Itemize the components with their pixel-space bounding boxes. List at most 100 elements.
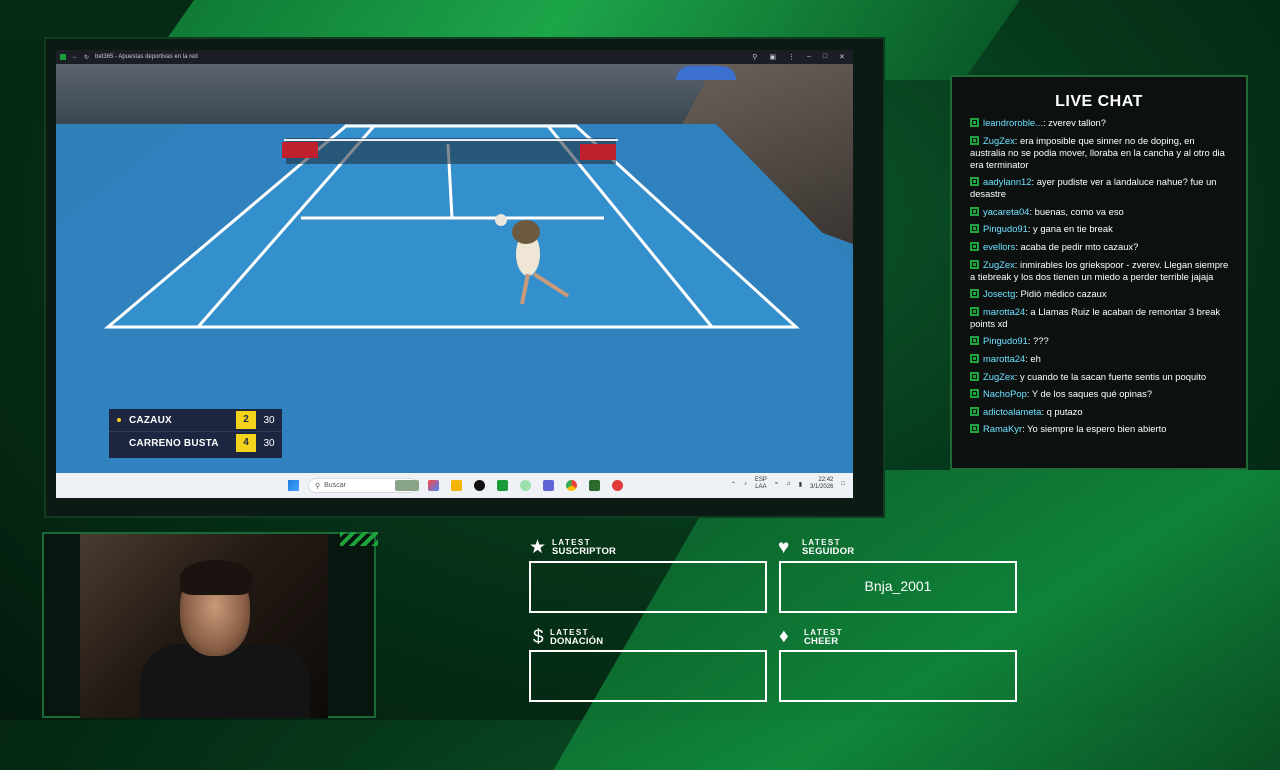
chat-username[interactable]: marotta24 [983,353,1025,364]
copilot-icon[interactable] [428,480,439,491]
close-icon[interactable]: ✕ [839,53,845,61]
chat-message: ZugZex: y cuando te la sacan fuerte sent… [970,371,1232,383]
chat-badge-icon [970,177,979,187]
chat-message: marotta24: eh [970,353,1232,365]
chrome-icon[interactable] [566,480,577,491]
chat-badge-icon [970,406,979,416]
chat-username[interactable]: Pingudo91 [983,223,1028,234]
chat-text: : zverev tallon? [1042,117,1106,128]
chat-username[interactable]: ZugZex [983,135,1015,146]
chat-username[interactable]: ZugZex [983,371,1015,382]
chat-username[interactable]: yacareta04 [983,206,1029,217]
latest-cheer-box [779,650,1017,702]
label-bottom: SUSCRIPTOR [552,545,617,557]
chat-message: adictoalameta: q putazo [970,406,1232,418]
chat-username[interactable]: ZugZex [983,259,1015,270]
bet365-icon[interactable] [497,480,508,491]
webcam-feed [80,534,328,718]
live-chat-panel: LIVE CHAT leandroroble...: zverev tallon… [950,75,1248,470]
latest-donation-box [529,650,767,702]
player-name: CAZAUX [129,414,172,426]
microphone-icon[interactable]: ♪ [744,481,747,487]
chat-title: LIVE CHAT [1055,93,1143,110]
chat-username[interactable]: adictoalameta [983,406,1041,417]
minimize-icon[interactable]: – [807,53,811,61]
points-score: 30 [263,414,275,426]
search-icon: ⚲ [315,482,321,490]
chat-message: ZugZex: inmirables los griekspoor - zver… [970,259,1232,283]
chat-username[interactable]: marotta24 [983,306,1025,317]
wifi-icon[interactable]: ≈ [775,481,778,487]
zoom-icon[interactable]: ⚲ [752,53,757,61]
chat-message: Pingudo91: y gana en tie break [970,223,1232,235]
latest-follower-box: Bnja_2001 [779,561,1017,613]
chat-badge-icon [970,306,979,316]
more-menu-icon[interactable]: ⋮ [788,53,795,61]
chat-text: : q putazo [1041,405,1083,417]
chat-badge-icon [970,259,979,269]
score-row: CAZAUX 2 30 [109,409,282,431]
chat-username[interactable]: evellors [983,241,1015,252]
teams-icon[interactable] [543,480,554,491]
chat-message: Josectg: Pidió médico cazaux [970,288,1232,300]
latest-cheer-label: LATEST CHEER [804,628,843,647]
points-score: 30 [263,437,275,449]
browser-title: bet365 - Apuestas deportivas en la red [95,54,198,60]
streamer-hair [180,560,252,595]
chat-username[interactable]: leandroroble... [983,117,1043,128]
windows-start-icon[interactable] [288,480,299,491]
notification-icon[interactable]: □ [841,481,845,487]
games-score: 2 [236,411,256,429]
chat-badge-icon [970,289,979,299]
search-placeholder: Buscar [324,482,346,489]
chat-message: aadylann12: ayer pudiste ver a landaluce… [970,176,1232,200]
windows-taskbar: ⚲ Buscar ⌃ ♪ ESP LAA ≈ ♫ ▮ 22:42 3/1/202… [56,473,853,498]
language-indicator[interactable]: ESP LAA [755,477,767,491]
chat-message: Pingudo91: ??? [970,335,1232,347]
latest-subscriber-label: LATEST SUSCRIPTOR [552,538,617,557]
extensions-icon[interactable]: ▣ [769,53,776,61]
widget-icon[interactable] [395,480,419,491]
app-icon[interactable] [612,480,623,491]
chat-message: yacareta04: buenas, como va eso [970,206,1232,218]
chat-message: RamaKyr: Yo siempre la espero bien abier… [970,423,1232,435]
volume-icon[interactable]: ♫ [786,481,791,487]
whatsapp-icon[interactable] [520,480,531,491]
clock-date: 3/1/2026 [810,484,834,490]
chat-message: leandroroble...: zverev tallon? [970,117,1232,129]
label-bottom: CHEER [804,635,839,647]
battery-icon[interactable]: ▮ [799,481,802,488]
chat-text: : Pidió médico cazaux [1015,288,1107,300]
latest-donation-label: LATEST DONACIÓN [550,628,604,647]
maximize-icon[interactable]: □ [823,53,827,61]
chat-message: NachoPop: Y de los saques qué opinas? [970,388,1232,400]
chat-text: : ??? [1027,335,1049,347]
reload-icon[interactable]: ↻ [84,54,89,61]
label-bottom: DONACIÓN [550,635,604,647]
tiktok-icon[interactable] [474,480,485,491]
chat-text: : acaba de pedir mto cazaux? [1015,240,1139,252]
chat-text: : Yo siempre la espero bien abierto [1022,423,1167,435]
chat-username[interactable]: Pingudo91 [983,335,1028,346]
chat-badge-icon [970,135,979,145]
chevron-up-icon[interactable]: ⌃ [731,481,736,488]
star-icon: ★ [529,537,547,558]
heart-icon: ♥ [778,537,790,558]
chat-username[interactable]: RamaKyr [983,423,1022,434]
chat-badge-icon [970,353,979,363]
chat-badge-icon [970,424,979,434]
chat-text: : eh [1025,352,1041,364]
chat-username[interactable]: NachoPop [983,388,1027,399]
chat-badge-icon [970,224,979,234]
frame-accent [340,532,378,546]
clock-time: 22:42 [818,477,834,483]
nvidia-icon[interactable] [589,480,600,491]
chat-message: ZugZex: era imposible que sinner no de d… [970,135,1232,171]
chat-badge-icon [970,371,979,381]
clock[interactable]: 22:42 3/1/2026 [810,477,833,491]
file-explorer-icon[interactable] [451,480,462,491]
label-bottom: SEGUIDOR [802,545,855,557]
back-arrow-icon[interactable]: ← [72,54,78,60]
chat-username[interactable]: aadylann12 [983,176,1031,187]
chat-username[interactable]: Josectg [983,288,1015,299]
